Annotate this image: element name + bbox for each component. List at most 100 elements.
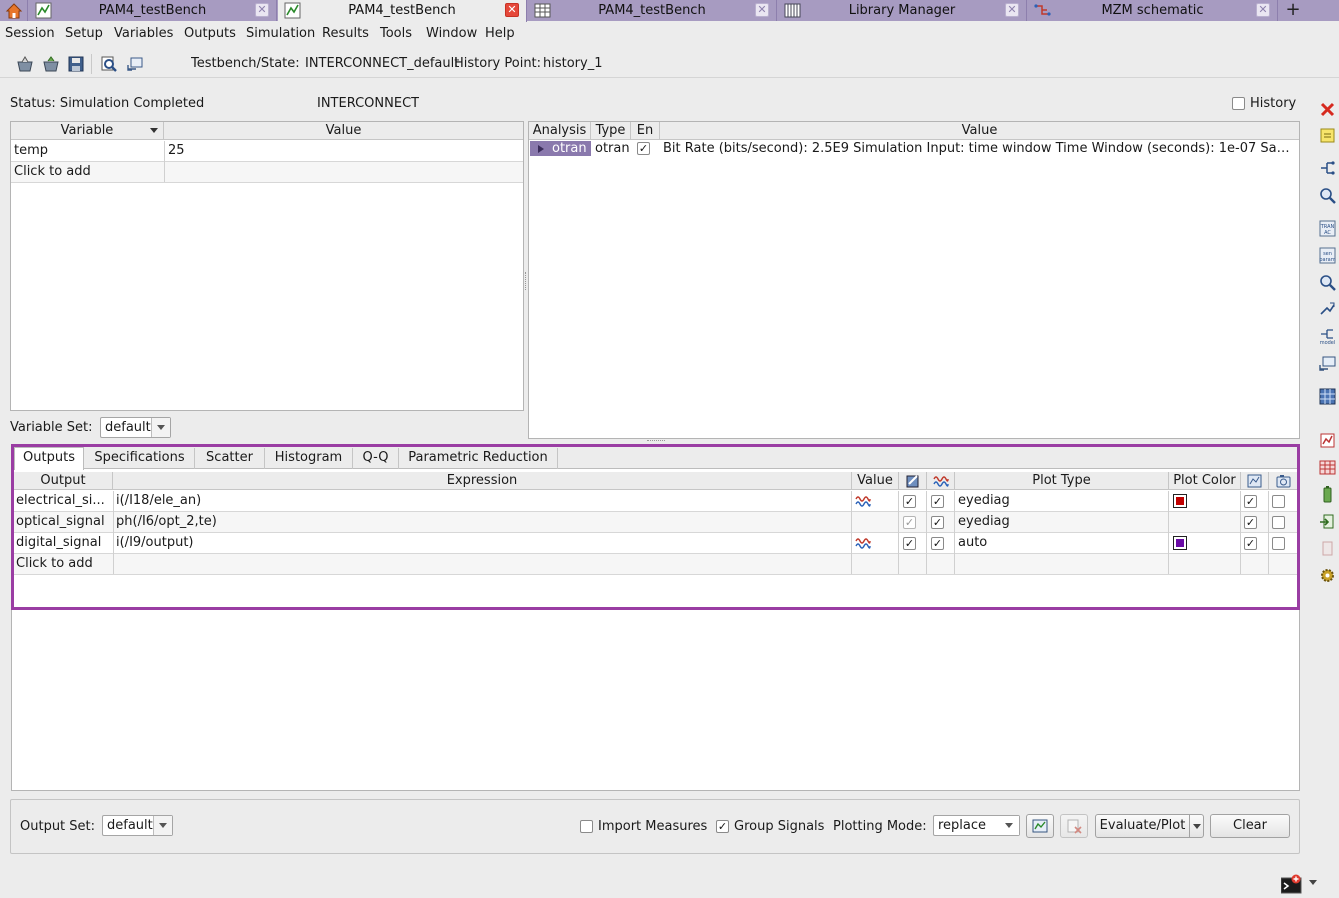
menu-session[interactable]: Session bbox=[5, 26, 55, 41]
tab-outputs[interactable]: Outputs bbox=[14, 447, 84, 470]
comment-icon[interactable] bbox=[1319, 355, 1336, 372]
save-icon[interactable] bbox=[67, 55, 85, 73]
terminal-icon[interactable] bbox=[1281, 874, 1305, 894]
plotting-mode-select[interactable]: replace bbox=[933, 815, 1020, 836]
tran-analysis-icon[interactable]: TRANAC bbox=[1319, 220, 1336, 237]
evaluate-plot-dropdown[interactable] bbox=[1189, 814, 1204, 838]
plot-checkbox[interactable]: ✓ bbox=[931, 516, 944, 529]
table-row[interactable]: digital_signal i(/I9/output) ✓ ✓ auto ✓ bbox=[14, 533, 1297, 554]
plot-checkbox[interactable]: ✓ bbox=[931, 537, 944, 550]
output-set-select[interactable]: default bbox=[102, 815, 173, 836]
table-row[interactable]: optical_signal ph(/I6/opt_2,te) ✓ ✓ eyed… bbox=[14, 512, 1297, 533]
waveform-icon[interactable] bbox=[854, 494, 872, 508]
output-expression[interactable]: ph(/I6/opt_2,te) bbox=[116, 514, 217, 529]
netlist-icon[interactable] bbox=[1319, 160, 1336, 177]
plot-type[interactable]: eyediag bbox=[958, 514, 1010, 529]
menu-simulation[interactable]: Simulation bbox=[246, 26, 315, 41]
analysis-name-cell[interactable]: otran bbox=[530, 141, 591, 156]
variable-value[interactable]: 25 bbox=[168, 143, 185, 158]
menu-window[interactable]: Window bbox=[426, 26, 477, 41]
marker-checkbox[interactable]: ✓ bbox=[1244, 495, 1257, 508]
table-row[interactable]: Click to add bbox=[11, 162, 523, 182]
menu-setup[interactable]: Setup bbox=[65, 26, 103, 41]
group-signals-checkbox[interactable]: ✓ bbox=[716, 820, 729, 833]
close-icon[interactable]: ✕ bbox=[505, 3, 519, 17]
chevron-down-icon[interactable] bbox=[1309, 880, 1317, 886]
variables-header-variable[interactable]: Variable bbox=[11, 122, 164, 140]
plot-type[interactable]: auto bbox=[958, 535, 987, 550]
load-icon[interactable] bbox=[42, 55, 60, 73]
tab-library-manager[interactable]: Library Manager ✕ bbox=[778, 0, 1027, 21]
history-checkbox[interactable] bbox=[1232, 97, 1245, 110]
marker-checkbox[interactable]: ✓ bbox=[1244, 516, 1257, 529]
splitter-handle[interactable] bbox=[647, 440, 665, 442]
marker-checkbox[interactable]: ✓ bbox=[1244, 537, 1257, 550]
close-icon[interactable]: ✕ bbox=[1256, 3, 1270, 17]
output-expression[interactable]: i(/I9/output) bbox=[116, 535, 194, 550]
inspect-icon[interactable] bbox=[100, 55, 118, 73]
variable-set-select[interactable]: default bbox=[100, 417, 171, 438]
close-icon[interactable]: ✕ bbox=[755, 3, 769, 17]
waveform-icon[interactable] bbox=[854, 536, 872, 550]
probe-icon[interactable] bbox=[1319, 301, 1336, 318]
snapshot-checkbox[interactable] bbox=[1272, 537, 1285, 550]
plot-color-swatch[interactable] bbox=[1173, 494, 1187, 508]
plot-window-button[interactable] bbox=[1026, 814, 1054, 838]
open-icon[interactable] bbox=[16, 55, 34, 73]
plot-checkbox[interactable]: ✓ bbox=[931, 495, 944, 508]
import-measures-checkbox[interactable] bbox=[580, 820, 593, 833]
toolbar: Testbench/State: INTERCONNECT_default Hi… bbox=[0, 50, 1339, 78]
search-icon[interactable] bbox=[1319, 187, 1336, 204]
grid-icon[interactable] bbox=[1319, 388, 1336, 405]
tab-testbench-3[interactable]: PAM4_testBench ✕ bbox=[528, 0, 777, 21]
home-tab[interactable] bbox=[0, 0, 28, 21]
zoom-icon[interactable] bbox=[1319, 274, 1336, 291]
output-expression[interactable]: i(/I18/ele_an) bbox=[116, 493, 201, 508]
table-row[interactable]: otran otran ✓ Bit Rate (bits/second): 2.… bbox=[529, 141, 1299, 158]
snapshot-checkbox[interactable] bbox=[1272, 495, 1285, 508]
clear-button[interactable]: Clear bbox=[1210, 814, 1290, 838]
tab-testbench-2[interactable]: PAM4_testBench ✕ bbox=[278, 0, 527, 22]
tab-qq[interactable]: Q-Q bbox=[353, 448, 399, 469]
close-icon[interactable] bbox=[1319, 101, 1336, 118]
menu-results[interactable]: Results bbox=[322, 26, 369, 41]
evaluate-plot-button[interactable]: Evaluate/Plot bbox=[1095, 814, 1190, 838]
tab-mzm-schematic[interactable]: MZM schematic ✕ bbox=[1028, 0, 1278, 21]
menu-tools[interactable]: Tools bbox=[380, 26, 412, 41]
plot-color-swatch[interactable] bbox=[1173, 536, 1187, 550]
tab-parametric-reduction[interactable]: Parametric Reduction bbox=[399, 448, 558, 469]
plot-results-icon[interactable] bbox=[1319, 432, 1336, 449]
tab-scatter[interactable]: Scatter bbox=[195, 448, 265, 469]
tab-specifications[interactable]: Specifications bbox=[85, 448, 195, 469]
outputs-header-value: Value bbox=[852, 472, 899, 490]
outputs-header-output: Output bbox=[14, 472, 113, 490]
menu-variables[interactable]: Variables bbox=[114, 26, 173, 41]
save-checkbox[interactable]: ✓ bbox=[903, 537, 916, 550]
note-icon[interactable] bbox=[1319, 127, 1336, 144]
table-row[interactable]: temp 25 bbox=[11, 141, 523, 162]
table-row[interactable]: electrical_si... i(/I18/ele_an) ✓ ✓ eyed… bbox=[14, 491, 1297, 512]
annotate-icon[interactable] bbox=[126, 55, 144, 73]
click-to-add-output[interactable]: Click to add bbox=[16, 556, 93, 571]
gear-icon[interactable] bbox=[1319, 567, 1336, 584]
analysis-enabled-checkbox[interactable]: ✓ bbox=[637, 142, 650, 155]
tab-testbench-1[interactable]: PAM4_testBench ✕ bbox=[29, 0, 277, 21]
results-table-icon[interactable] bbox=[1319, 459, 1336, 476]
model-icon[interactable]: model bbox=[1319, 328, 1336, 345]
menu-help[interactable]: Help bbox=[485, 26, 515, 41]
tab-histogram[interactable]: Histogram bbox=[265, 448, 353, 469]
save-checkbox[interactable]: ✓ bbox=[903, 495, 916, 508]
snapshot-checkbox[interactable] bbox=[1272, 516, 1285, 529]
svg-text:param: param bbox=[1319, 257, 1335, 263]
close-icon[interactable]: ✕ bbox=[255, 3, 269, 17]
battery-icon[interactable] bbox=[1319, 486, 1336, 503]
param-icon[interactable]: senparam bbox=[1319, 247, 1336, 264]
close-icon[interactable]: ✕ bbox=[1005, 3, 1019, 17]
clear-plot-button[interactable] bbox=[1060, 814, 1088, 838]
new-tab-button[interactable]: + bbox=[1279, 0, 1307, 21]
click-to-add-variable[interactable]: Click to add bbox=[14, 164, 91, 179]
plot-type[interactable]: eyediag bbox=[958, 493, 1010, 508]
export-icon[interactable] bbox=[1319, 513, 1336, 530]
menu-outputs[interactable]: Outputs bbox=[184, 26, 236, 41]
table-row[interactable]: Click to add bbox=[14, 554, 1297, 574]
